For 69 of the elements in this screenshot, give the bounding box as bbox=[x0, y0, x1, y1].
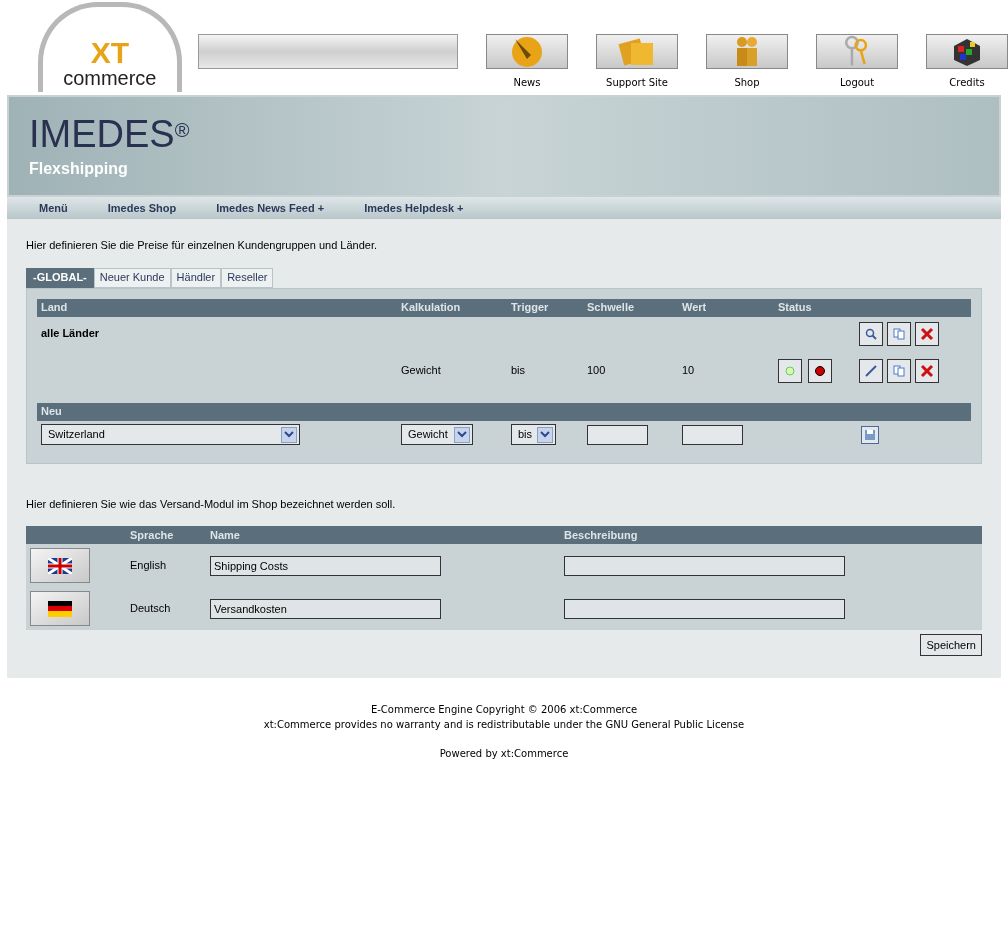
intro-text: Hier definieren Sie die Preise für einzelnen Kundengruppen und Länder. bbox=[26, 238, 379, 253]
save-button[interactable]: Speichern bbox=[920, 634, 982, 656]
dot-icon bbox=[815, 365, 825, 376]
description-input[interactable] bbox=[564, 598, 845, 619]
cube-icon bbox=[952, 36, 982, 67]
copy-icon bbox=[893, 364, 905, 377]
copy-icon bbox=[893, 327, 905, 340]
group-name: alle Länder bbox=[41, 326, 101, 342]
copy-button[interactable] bbox=[887, 358, 911, 383]
table-cell-text: Gewicht bbox=[401, 363, 442, 379]
threshold-input[interactable] bbox=[587, 424, 648, 445]
tab[interactable]: Händler bbox=[170, 267, 222, 288]
column-header: Name bbox=[210, 527, 241, 543]
registered-mark: ® bbox=[174, 118, 190, 141]
dropdown-caret-icon bbox=[454, 426, 470, 443]
copyright-text: E-Commerce Engine Copyright © 2006 xt:Commerce bbox=[370, 703, 638, 717]
new-section-header: Neu bbox=[37, 402, 971, 421]
column-header: Land bbox=[41, 300, 69, 316]
tab[interactable]: -GLOBAL- bbox=[26, 267, 94, 288]
column-header: Kalkulation bbox=[401, 300, 462, 316]
trigger-select[interactable]: bis bbox=[511, 424, 556, 445]
calculation-select[interactable]: Gewicht bbox=[401, 424, 473, 445]
tab[interactable]: Neuer Kunde bbox=[93, 267, 171, 288]
table-cell-text: 100 bbox=[587, 363, 607, 379]
menu-link[interactable]: Imedes Helpdesk + bbox=[364, 199, 464, 217]
column-header: Wert bbox=[682, 300, 708, 316]
column-header: Sprache bbox=[130, 527, 175, 543]
copy-button[interactable] bbox=[887, 321, 911, 346]
powered-by-text: Powered by xt:Commerce bbox=[439, 747, 569, 761]
dropdown-caret-icon bbox=[281, 426, 297, 443]
names-intro-text: Hier definieren Sie wie das Versand-Modul im Shop bezeichnet werden soll. bbox=[26, 496, 397, 512]
menu-link[interactable]: Menü bbox=[39, 199, 68, 217]
column-header: Schwelle bbox=[587, 300, 636, 316]
menu-link[interactable]: Imedes Shop bbox=[107, 199, 177, 217]
german-flag-icon bbox=[48, 600, 72, 617]
close-icon bbox=[920, 326, 934, 341]
table-cell-text: 10 bbox=[682, 363, 696, 379]
circle-icon bbox=[785, 365, 795, 376]
activate-button[interactable] bbox=[778, 358, 802, 383]
language-label: Deutsch bbox=[130, 601, 172, 617]
dropdown-caret-icon bbox=[537, 426, 553, 443]
license-text: xt:Commerce provides no warranty and is redistributable under the GNU General Public License bbox=[263, 718, 745, 732]
uk-flag-icon bbox=[48, 557, 72, 574]
menu-link[interactable]: Imedes News Feed + bbox=[216, 199, 325, 217]
column-header: Beschreibung bbox=[564, 527, 639, 543]
column-header: Status bbox=[778, 300, 813, 316]
country-select[interactable]: Switzerland bbox=[41, 424, 300, 445]
delete-button[interactable] bbox=[915, 358, 939, 383]
tab[interactable]: Reseller bbox=[221, 267, 274, 288]
value-input[interactable] bbox=[682, 424, 743, 445]
name-input[interactable]: Shipping Costs bbox=[210, 555, 441, 576]
keys-icon bbox=[844, 35, 870, 68]
flag-button[interactable] bbox=[30, 591, 90, 626]
column-header: Trigger bbox=[511, 300, 550, 316]
language-label: English bbox=[130, 558, 168, 574]
description-input[interactable] bbox=[564, 555, 845, 576]
edit-button[interactable] bbox=[859, 358, 883, 383]
delete-button[interactable] bbox=[915, 321, 939, 346]
search-icon bbox=[865, 327, 877, 340]
banner-subtitle: Flexshipping bbox=[29, 159, 129, 179]
save-icon-button[interactable] bbox=[861, 425, 879, 444]
pencil-icon bbox=[864, 363, 878, 378]
name-input[interactable]: Versandkosten bbox=[210, 598, 441, 619]
close-icon bbox=[920, 363, 934, 378]
flag-button[interactable] bbox=[30, 548, 90, 583]
deactivate-button[interactable] bbox=[808, 358, 832, 383]
brand-title: IMEDES bbox=[29, 115, 175, 153]
zoom-button[interactable] bbox=[859, 321, 883, 346]
table-cell-text: bis bbox=[511, 363, 527, 379]
